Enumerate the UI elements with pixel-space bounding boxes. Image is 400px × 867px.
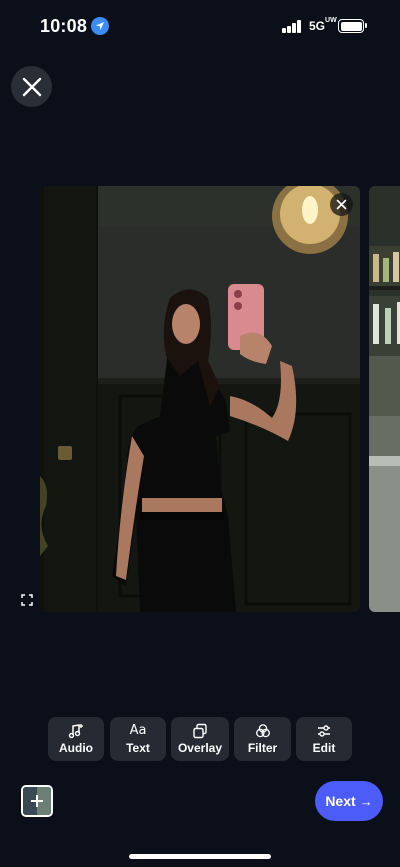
battery-icon: [338, 19, 367, 33]
filter-icon: [255, 723, 271, 739]
close-icon: [22, 77, 41, 96]
next-media-preview[interactable]: [369, 186, 400, 612]
edit-button[interactable]: Edit: [296, 717, 352, 761]
music-note-plus-icon: [68, 723, 84, 739]
photo-illustration: [40, 186, 360, 612]
sliders-icon: [316, 723, 332, 739]
edit-label: Edit: [312, 741, 336, 755]
arrow-right-icon: →: [359, 793, 373, 809]
close-button[interactable]: [11, 66, 52, 107]
status-bar: 10:08 5GUW: [0, 0, 400, 54]
close-icon: [336, 199, 347, 210]
text-label: Text: [126, 741, 150, 755]
location-arrow-icon: [91, 17, 109, 35]
overlay-button[interactable]: Overlay: [171, 717, 229, 761]
next-label: Next: [325, 793, 356, 809]
signal-icon: [282, 20, 302, 33]
media-preview[interactable]: [40, 186, 360, 612]
text-button[interactable]: Aa Text: [110, 717, 166, 761]
audio-label: Audio: [59, 741, 93, 755]
text-icon: Aa: [129, 723, 147, 738]
overlay-label: Overlay: [177, 741, 223, 755]
overlay-icon: [192, 723, 208, 739]
expand-icon[interactable]: [20, 593, 34, 607]
filter-label: Filter: [247, 741, 278, 755]
remove-media-button[interactable]: [330, 193, 353, 216]
network-label: 5GUW: [309, 17, 337, 33]
next-button[interactable]: Next →: [315, 781, 383, 821]
status-time: 10:08: [40, 16, 88, 36]
add-media-button[interactable]: [21, 785, 53, 817]
filter-button[interactable]: Filter: [234, 717, 291, 761]
home-indicator[interactable]: [129, 854, 271, 859]
plus-icon: [23, 787, 51, 815]
next-photo-illustration: [369, 186, 400, 612]
audio-button[interactable]: Audio: [48, 717, 104, 761]
